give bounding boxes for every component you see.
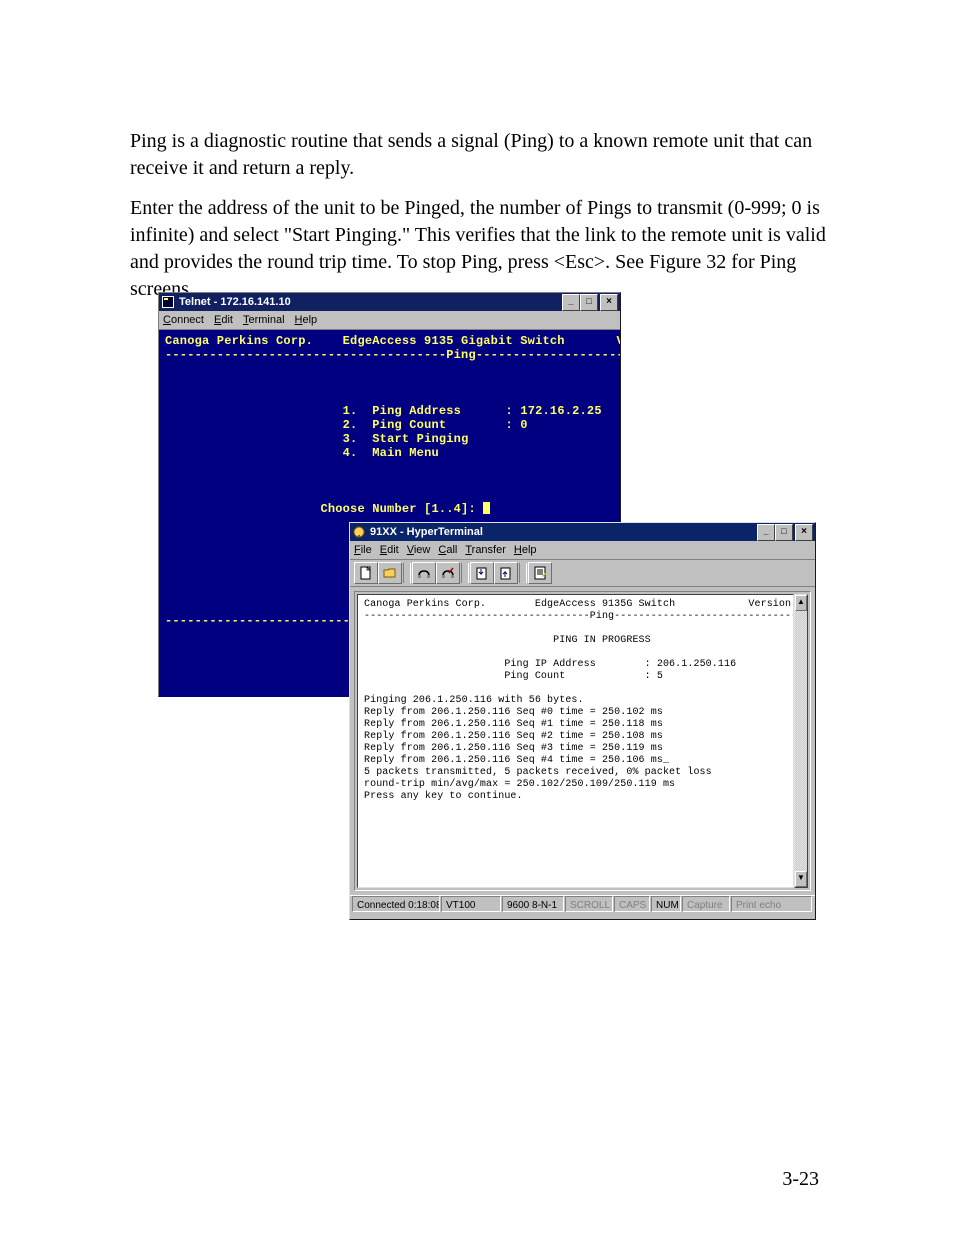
menu-file[interactable]: File [354,543,372,558]
menu-3-label: Start Pinging [372,432,468,446]
menu-call[interactable]: Call [438,543,457,558]
t2-out-7: round-trip min/avg/max = 250.102/250.109… [364,779,675,790]
menu-terminal[interactable]: Terminal [243,313,285,328]
menu-connect[interactable]: Connect [163,313,204,328]
menu-view[interactable]: View [407,543,431,558]
hyper-title-text: 91XX - HyperTerminal [370,525,757,540]
t2-out-2: Reply from 206.1.250.116 Seq #1 time = 2… [364,719,663,730]
term1-hdr-center: EdgeAccess 9135 Gigabit Switch [343,334,565,348]
page-number: 3-23 [782,1166,819,1193]
toolbar-separator [461,563,469,583]
scrollbar-track[interactable] [795,611,807,871]
menu-4-num: 4. [343,446,358,460]
menu-help[interactable]: Help [514,543,537,558]
phone-connect-icon[interactable] [412,562,436,584]
maximize-button[interactable]: □ [580,294,598,311]
vertical-scrollbar[interactable]: ▲ ▼ [794,594,808,888]
t2-out-4: Reply from 206.1.250.116 Seq #3 time = 2… [364,743,663,754]
hyper-sysbuttons: _ □ × [757,524,813,541]
status-comm: 9600 8-N-1 [502,896,564,912]
telnet-title-bar[interactable]: Telnet - 172.16.141.10 _ □ × [159,293,620,311]
hyper-terminal-content: Canoga Perkins Corp. EdgeAccess 9135G Sw… [358,595,793,807]
status-caps: CAPS [614,896,650,912]
hyper-title-bar[interactable]: 91XX - HyperTerminal _ □ × [350,523,815,541]
scroll-up-icon[interactable]: ▲ [795,595,807,611]
menu-connect-label: Connect [163,314,204,326]
open-folder-icon[interactable] [378,562,402,584]
t2-hdr-right: Version 2.00 [748,599,793,610]
hyperterminal-window: 91XX - HyperTerminal _ □ × File Edit Vie… [349,522,816,920]
t2-count-val: : 5 [645,671,663,682]
status-scroll: SCROLL [565,896,613,912]
t2-out-1: Reply from 206.1.250.116 Seq #0 time = 2… [364,707,663,718]
t2-hdr-left: Canoga Perkins Corp. [364,599,486,610]
status-num: NUM [651,896,681,912]
send-file-icon[interactable] [470,562,494,584]
term1-hdr-left: Canoga Perkins Corp. [165,334,313,348]
hyper-menubar: File Edit View Call Transfer Help [350,541,815,560]
t2-ip-val: : 206.1.250.116 [645,659,737,670]
term1-prompt: Choose Number [1..4]: [320,502,483,516]
hyperterminal-app-icon [352,525,366,539]
hyper-statusbar: Connected 0:18:08 VT100 9600 8-N-1 SCROL… [350,895,815,918]
t2-status: PING IN PROGRESS [553,635,651,646]
hyper-client-area: Canoga Perkins Corp. EdgeAccess 9135G Sw… [354,591,811,891]
t2-hdr-center: EdgeAccess 9135G Switch [535,599,675,610]
t2-out-3: Reply from 206.1.250.116 Seq #2 time = 2… [364,731,663,742]
minimize-button[interactable]: _ [562,294,580,311]
term1-section: Ping [446,348,476,362]
t2-out-5: Reply from 206.1.250.116 Seq #4 time = 2… [364,755,669,766]
body-paragraph-2: Enter the address of the unit to be Ping… [130,195,830,303]
status-emulation: VT100 [441,896,501,912]
scroll-down-icon[interactable]: ▼ [795,871,807,887]
new-doc-icon[interactable] [354,562,378,584]
close-button[interactable]: × [600,294,618,311]
menu-edit[interactable]: Edit [380,543,399,558]
menu-help[interactable]: Help [295,313,318,328]
minimize-button[interactable]: _ [757,524,775,541]
telnet-menubar: Connect Edit Terminal Help [159,311,620,330]
close-button[interactable]: × [795,524,813,541]
menu-2-num: 2. [343,418,358,432]
t2-out-0: Pinging 206.1.250.116 with 56 bytes. [364,695,584,706]
status-connected: Connected 0:18:08 [352,896,440,912]
t2-count-label: Ping Count [504,671,565,682]
menu-1-label: Ping Address [372,404,461,418]
status-printecho: Print echo [731,896,812,912]
phone-disconnect-icon[interactable] [436,562,460,584]
toolbar-separator [519,563,527,583]
properties-icon[interactable] [528,562,552,584]
term1-hdr-right: Version 1.03 [617,334,621,348]
receive-file-icon[interactable] [494,562,518,584]
body-paragraph-1: Ping is a diagnostic routine that sends … [130,128,830,182]
hyper-terminal-viewport[interactable]: Canoga Perkins Corp. EdgeAccess 9135G Sw… [357,594,794,888]
toolbar-separator [403,563,411,583]
t2-out-6: 5 packets transmitted, 5 packets receive… [364,767,712,778]
t2-out-8: Press any key to continue. [364,791,523,802]
status-capture: Capture [682,896,730,912]
menu-transfer[interactable]: Transfer [465,543,506,558]
maximize-button[interactable]: □ [775,524,793,541]
menu-4-label: Main Menu [372,446,439,460]
t2-ip-label: Ping IP Address [504,659,596,670]
telnet-app-icon [161,295,175,309]
hyper-toolbar [350,560,815,587]
menu-3-num: 3. [343,432,358,446]
menu-2-label: Ping Count [372,418,446,432]
menu-1-num: 1. [343,404,358,418]
telnet-sysbuttons: _ □ × [562,294,618,311]
text-cursor-icon [483,502,490,514]
menu-2-val: : 0 [506,418,528,432]
t2-section: Ping [590,611,614,622]
telnet-title-text: Telnet - 172.16.141.10 [179,295,562,310]
menu-1-val: : 172.16.2.25 [506,404,602,418]
menu-edit[interactable]: Edit [214,313,233,328]
